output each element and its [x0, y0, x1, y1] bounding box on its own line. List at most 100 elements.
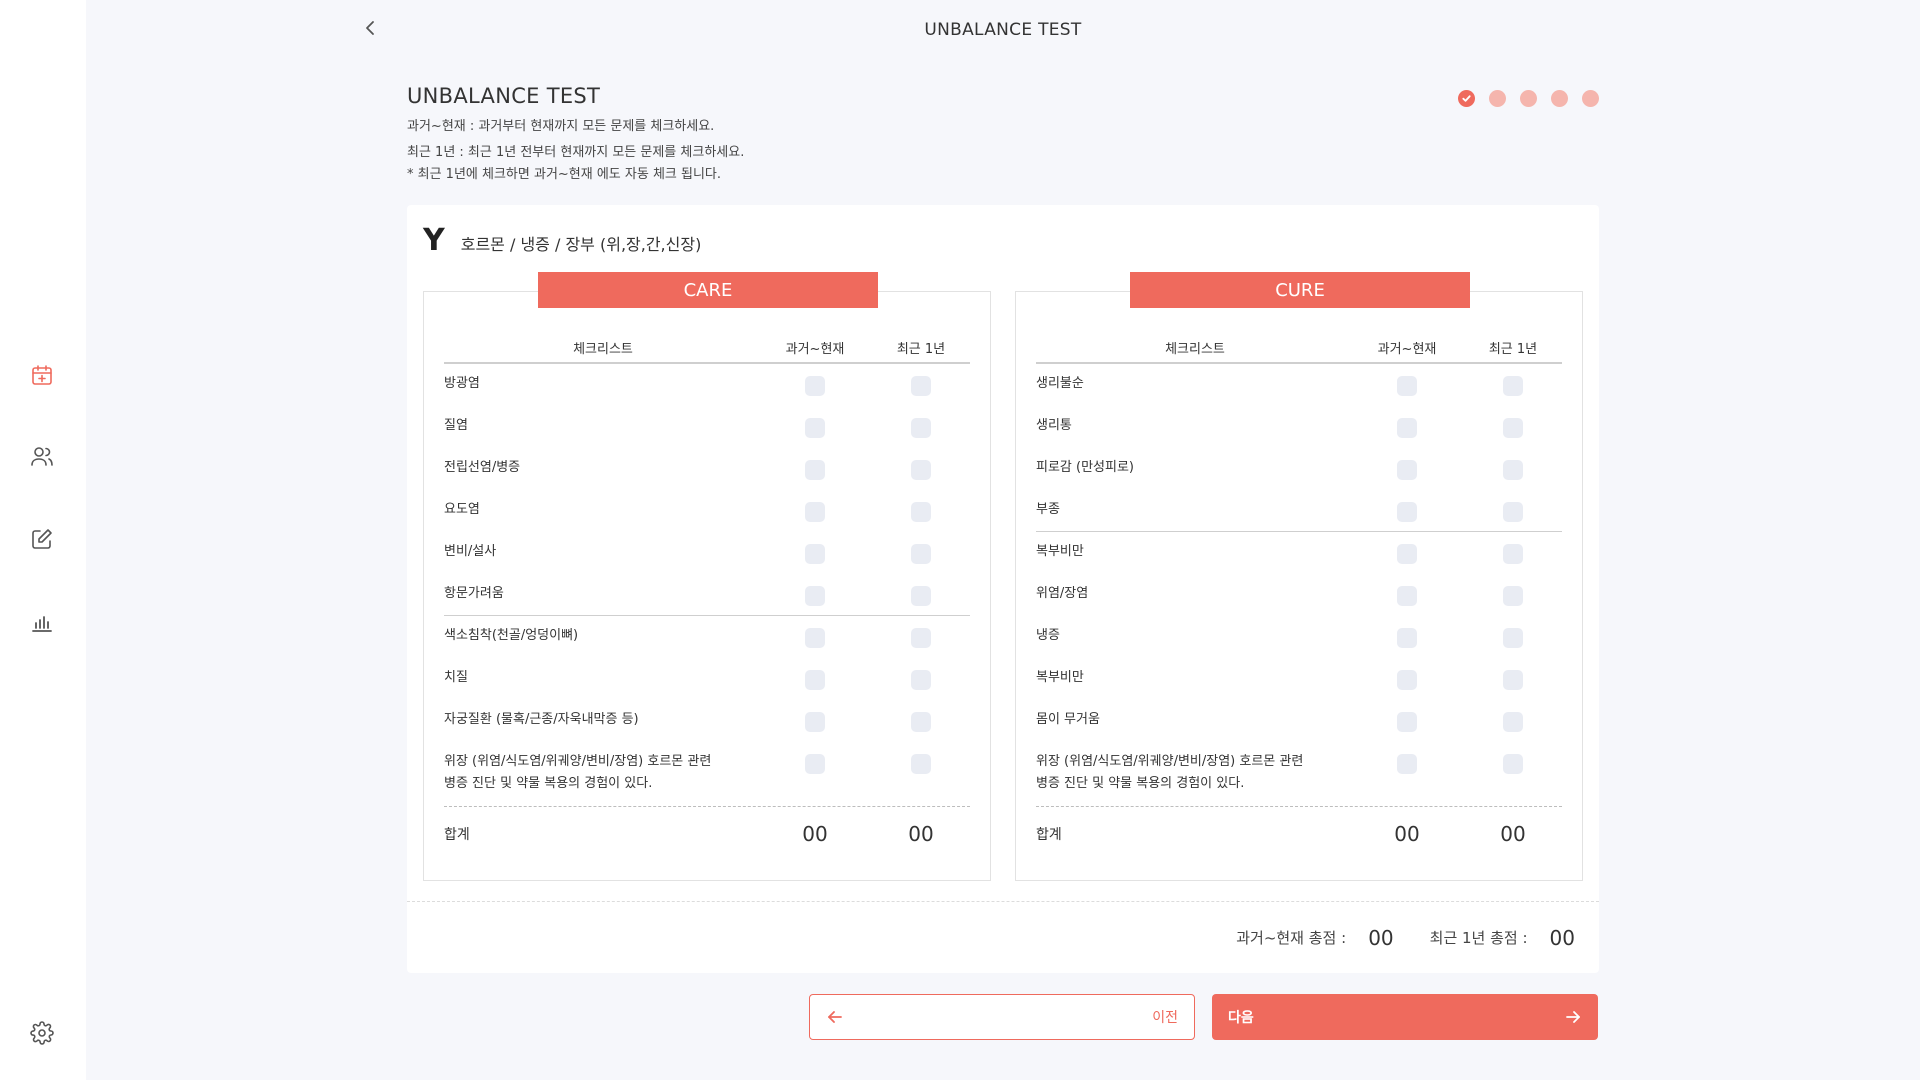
cure-row-7: 냉증	[1036, 616, 1562, 658]
header-past: 과거~현재	[785, 341, 845, 357]
care-4-recent-checkbox[interactable]	[911, 502, 931, 522]
totals-bar: 과거~현재 총점 : 00 최근 1년 총점 : 00	[407, 901, 1599, 973]
header-checklist: 체크리스트	[573, 341, 633, 357]
care-sum-row: 합계 00 00	[444, 806, 970, 860]
care-item-label-cont: 병증 진단 및 약물 복용의 경험이 있다.	[444, 776, 653, 791]
care-4-past-checkbox[interactable]	[805, 502, 825, 522]
cure-item-label: 냉증	[1036, 628, 1060, 643]
cure-4-past-checkbox[interactable]	[1397, 502, 1417, 522]
care-item-label: 질염	[444, 418, 468, 433]
care-sum-past: 00	[802, 821, 828, 846]
cure-6-past-checkbox[interactable]	[1397, 586, 1417, 606]
cure-2-past-checkbox[interactable]	[1397, 418, 1417, 438]
care-7-past-checkbox[interactable]	[805, 628, 825, 648]
cure-7-recent-checkbox[interactable]	[1503, 628, 1523, 648]
recent-total-label: 최근 1년 총점 :	[1429, 929, 1528, 947]
page-header: UNBALANCE TEST 과거~현재 : 과거부터 현재까지 모든 문제를 …	[407, 84, 1599, 186]
header-recent: 최근 1년	[1488, 341, 1538, 357]
care-item-label: 변비/설사	[444, 544, 497, 559]
cure-row-6: 위염/장염	[1036, 574, 1562, 616]
cure-4-recent-checkbox[interactable]	[1503, 502, 1523, 522]
care-row-1: 방광염	[444, 364, 970, 406]
cure-5-past-checkbox[interactable]	[1397, 544, 1417, 564]
step-5	[1582, 90, 1599, 107]
cure-sum-label: 합계	[1036, 826, 1062, 843]
gear-icon[interactable]	[29, 1020, 55, 1046]
users-icon[interactable]	[29, 443, 55, 469]
cure-3-recent-checkbox[interactable]	[1503, 460, 1523, 480]
care-8-recent-checkbox[interactable]	[911, 670, 931, 690]
description-line-3: * 최근 1년에 체크하면 과거~현재 에도 자동 체크 됩니다.	[407, 167, 722, 182]
cure-item-label: 피로감 (만성피로)	[1036, 460, 1134, 475]
care-2-past-checkbox[interactable]	[805, 418, 825, 438]
care-row-7: 색소침착(천골/엉덩이뼈)	[444, 616, 970, 658]
care-10-recent-checkbox[interactable]	[911, 754, 931, 774]
section-title: 호르몬 / 냉증 / 장부 (위,장,간,신장)	[460, 235, 702, 254]
care-label: CARE	[538, 272, 878, 308]
care-6-recent-checkbox[interactable]	[911, 586, 931, 606]
cure-item-label: 복부비만	[1036, 544, 1084, 559]
care-9-past-checkbox[interactable]	[805, 712, 825, 732]
cure-8-past-checkbox[interactable]	[1397, 670, 1417, 690]
care-10-past-checkbox[interactable]	[805, 754, 825, 774]
care-1-past-checkbox[interactable]	[805, 376, 825, 396]
cure-item-label: 복부비만	[1036, 670, 1084, 685]
cure-row-3: 피로감 (만성피로)	[1036, 448, 1562, 490]
cure-10-past-checkbox[interactable]	[1397, 754, 1417, 774]
cure-label: CURE	[1130, 272, 1470, 308]
care-5-past-checkbox[interactable]	[805, 544, 825, 564]
cure-9-recent-checkbox[interactable]	[1503, 712, 1523, 732]
cure-sum-row: 합계 00 00	[1036, 806, 1562, 860]
care-5-recent-checkbox[interactable]	[911, 544, 931, 564]
care-1-recent-checkbox[interactable]	[911, 376, 931, 396]
care-row-8: 치질	[444, 658, 970, 700]
care-table: 체크리스트 과거~현재 최근 1년 방광염 질염 전립선염/병증 요도염 변비/…	[444, 332, 970, 860]
cure-6-recent-checkbox[interactable]	[1503, 586, 1523, 606]
cure-box: CURE 체크리스트 과거~현재 최근 1년 생리불순 생리통 피로감 (만성피…	[1015, 272, 1583, 881]
checklist-panel: Y 호르몬 / 냉증 / 장부 (위,장,간,신장) CARE 체크리스트 과거…	[407, 205, 1599, 973]
header-title: UNBALANCE TEST	[924, 20, 1082, 40]
cure-3-past-checkbox[interactable]	[1397, 460, 1417, 480]
cure-1-past-checkbox[interactable]	[1397, 376, 1417, 396]
care-3-recent-checkbox[interactable]	[911, 460, 931, 480]
recent-total-value: 00	[1549, 925, 1575, 950]
cure-5-recent-checkbox[interactable]	[1503, 544, 1523, 564]
cure-7-past-checkbox[interactable]	[1397, 628, 1417, 648]
care-3-past-checkbox[interactable]	[805, 460, 825, 480]
calendar-plus-icon[interactable]	[29, 362, 55, 388]
care-9-recent-checkbox[interactable]	[911, 712, 931, 732]
care-8-past-checkbox[interactable]	[805, 670, 825, 690]
cure-8-recent-checkbox[interactable]	[1503, 670, 1523, 690]
next-button[interactable]: 다음	[1212, 994, 1598, 1040]
bar-chart-icon[interactable]	[29, 609, 55, 635]
cure-item-label: 위장 (위염/식도염/위궤양/변비/장염) 호르몬 관련	[1036, 754, 1304, 769]
prev-button[interactable]: 이전	[809, 994, 1195, 1040]
care-7-recent-checkbox[interactable]	[911, 628, 931, 648]
check-icon	[1462, 95, 1471, 102]
step-4	[1551, 90, 1568, 107]
care-item-label: 방광염	[444, 376, 480, 391]
cure-table-header: 체크리스트 과거~현재 최근 1년	[1036, 332, 1562, 364]
care-item-label: 전립선염/병증	[444, 460, 521, 475]
cure-1-recent-checkbox[interactable]	[1503, 376, 1523, 396]
cure-10-recent-checkbox[interactable]	[1503, 754, 1523, 774]
care-row-4: 요도염	[444, 490, 970, 532]
header-recent: 최근 1년	[896, 341, 946, 357]
care-row-2: 질염	[444, 406, 970, 448]
section-letter: Y	[423, 223, 445, 258]
step-1-done	[1458, 90, 1475, 107]
arrow-right-icon	[1566, 1011, 1580, 1023]
edit-icon[interactable]	[29, 526, 55, 552]
cure-9-past-checkbox[interactable]	[1397, 712, 1417, 732]
care-table-header: 체크리스트 과거~현재 최근 1년	[444, 332, 970, 364]
care-2-recent-checkbox[interactable]	[911, 418, 931, 438]
cure-2-recent-checkbox[interactable]	[1503, 418, 1523, 438]
back-button[interactable]	[360, 17, 380, 39]
sidebar	[0, 0, 86, 1080]
step-2	[1489, 90, 1506, 107]
cure-item-label: 부종	[1036, 502, 1060, 517]
care-6-past-checkbox[interactable]	[805, 586, 825, 606]
cure-row-5: 복부비만	[1036, 532, 1562, 574]
cure-row-8: 복부비만	[1036, 658, 1562, 700]
description-line-1: 과거~현재 : 과거부터 현재까지 모든 문제를 체크하세요.	[407, 119, 715, 134]
